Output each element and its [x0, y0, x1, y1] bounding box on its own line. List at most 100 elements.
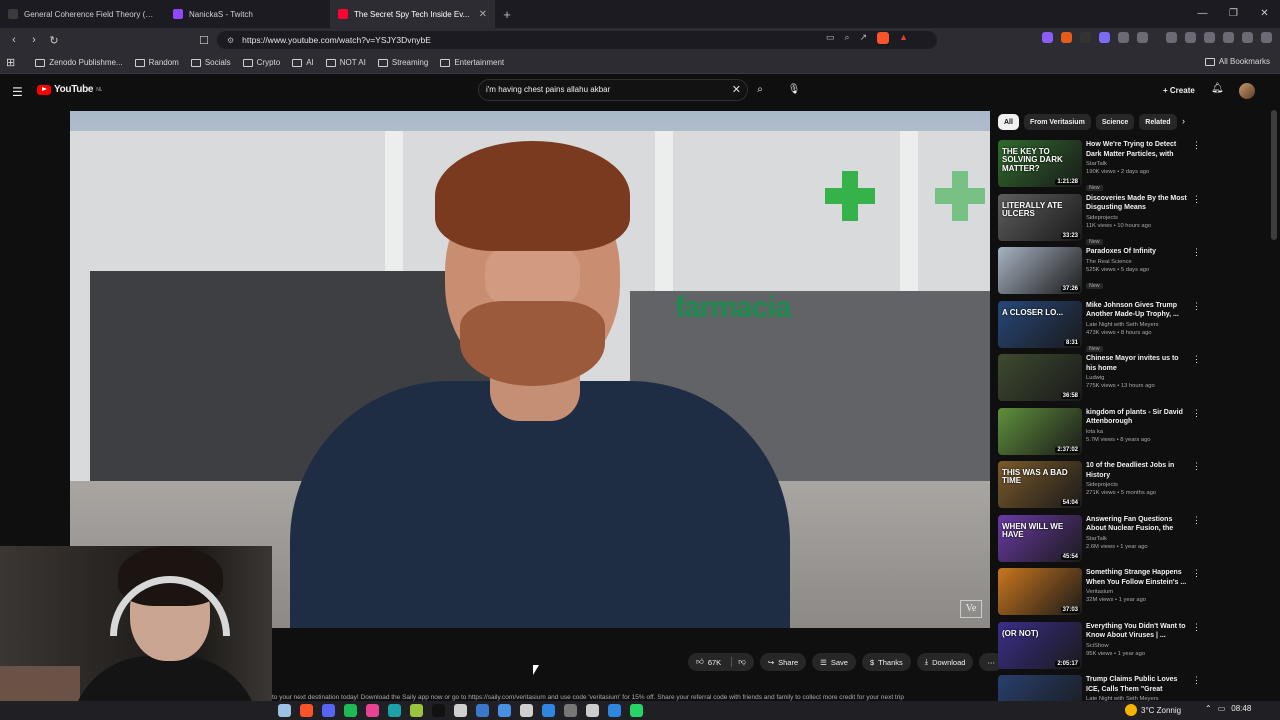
channel-name[interactable]: Sideprojects — [1086, 214, 1190, 222]
taskbar-app-icon[interactable] — [410, 704, 423, 717]
recommendation-item[interactable]: (OR NOT) 2:05:17 Everything You Didn't W… — [998, 621, 1206, 676]
channel-name[interactable]: SciShow — [1086, 642, 1190, 650]
video-thumbnail[interactable]: 36:58 — [998, 354, 1082, 401]
more-vertical-icon[interactable]: ⋮ — [1192, 354, 1201, 365]
search-button[interactable]: ⌕ — [750, 79, 770, 101]
leo-ai-icon[interactable] — [1223, 32, 1234, 43]
more-vertical-icon[interactable]: ⋮ — [1192, 461, 1201, 472]
wallet-icon[interactable] — [1204, 32, 1215, 43]
like-button[interactable]: 👍︎ 67K 👎︎ — [688, 653, 754, 671]
channel-name[interactable]: lota ka — [1086, 428, 1190, 436]
more-vertical-icon[interactable]: ⋮ — [1192, 675, 1201, 686]
more-vertical-icon[interactable]: ⋮ — [1192, 301, 1201, 312]
thumbs-down-icon[interactable]: 👎︎ — [731, 657, 746, 667]
video-title[interactable]: How We're Trying to Detect Dark Matter P… — [1086, 140, 1190, 159]
cast-icon[interactable]: ▭ — [826, 32, 835, 44]
taskbar-app-icon[interactable] — [630, 704, 643, 717]
taskbar-app-icon[interactable] — [454, 704, 467, 717]
taskbar-app-icon[interactable] — [300, 704, 313, 717]
media-icon[interactable] — [1166, 32, 1177, 43]
video-thumbnail[interactable]: LITERALLY ATE ULCERS 33:23 — [998, 193, 1082, 241]
extensions-puzzle-icon[interactable] — [1118, 32, 1129, 43]
vpn-icon[interactable] — [1242, 32, 1253, 43]
recommendation-item[interactable]: LITERALLY ATE ULCERS 33:23 Discoveries M… — [998, 193, 1206, 248]
video-thumbnail[interactable]: (OR NOT) 2:05:17 — [998, 621, 1082, 669]
taskbar-app-icon[interactable] — [322, 704, 335, 717]
more-vertical-icon[interactable]: ⋮ — [1192, 568, 1201, 579]
video-title[interactable]: Mike Johnson Gives Trump Another Made-Up… — [1086, 301, 1190, 320]
close-tab-icon[interactable]: ✕ — [479, 9, 487, 20]
channel-name[interactable]: Late Night with Seth Meyers — [1086, 321, 1190, 329]
recommendation-item[interactable]: THE KEY TO SOLVING DARK MATTER? 1:21:28 … — [998, 140, 1206, 194]
bookmark-folder[interactable]: Entertainment — [434, 58, 510, 67]
menu-icon[interactable] — [1261, 32, 1272, 43]
brave-rewards-icon[interactable]: ▲ — [899, 32, 908, 44]
avatar[interactable] — [1239, 83, 1255, 99]
taskbar-app-icon[interactable] — [542, 704, 555, 717]
video-thumbnail[interactable]: THIS WAS A BAD TIME 54:04 — [998, 461, 1082, 508]
taskbar-app-icon[interactable] — [564, 704, 577, 717]
brave-shields-icon[interactable] — [877, 32, 890, 44]
chips-next-icon[interactable]: › — [1182, 116, 1185, 126]
video-thumbnail[interactable]: WHEN WILL WE HAVE 45:54 — [998, 514, 1082, 562]
tab-gct[interactable]: General Coherence Field Theory (GCT) — [0, 0, 165, 28]
recommendation-item[interactable]: A CLOSER LO... 8:31 Mike Johnson Gives T… — [998, 300, 1206, 355]
video-thumbnail[interactable]: THE KEY TO SOLVING DARK MATTER? 1:21:28 — [998, 140, 1082, 187]
extension-icon[interactable] — [1099, 32, 1110, 43]
tab-twitch[interactable]: NanickaS - Twitch — [165, 0, 330, 28]
channel-name[interactable]: Sideprojects — [1086, 481, 1190, 489]
tab-youtube-active[interactable]: The Secret Spy Tech Inside Ev... ✕ — [330, 0, 495, 28]
minimize-icon[interactable]: — — [1187, 0, 1218, 28]
taskbar-app-icon[interactable] — [278, 704, 291, 717]
more-vertical-icon[interactable]: ⋮ — [1192, 515, 1201, 526]
voice-search-button[interactable]: 🎙︎ — [784, 79, 804, 101]
share-icon[interactable]: ↗ — [860, 32, 868, 44]
bookmark-folder[interactable]: Streaming — [372, 58, 434, 67]
create-button[interactable]: + Create — [1157, 82, 1201, 100]
more-vertical-icon[interactable]: ⋮ — [1192, 140, 1201, 151]
taskbar-app-icon[interactable] — [432, 704, 445, 717]
channel-name[interactable]: Ludwig — [1086, 374, 1190, 382]
taskbar-app-icon[interactable] — [388, 704, 401, 717]
extension-icon[interactable] — [1042, 32, 1053, 43]
bookmark-folder[interactable]: Crypto — [237, 58, 287, 67]
video-title[interactable]: Answering Fan Questions About Nuclear Fu… — [1086, 515, 1190, 534]
weather-widget[interactable]: 3°C Zonnig — [1125, 704, 1181, 716]
sidebar-toggle-icon[interactable] — [1185, 32, 1196, 43]
search-input[interactable]: i'm having chest pains allahu akbar ✕ — [478, 79, 748, 101]
video-title[interactable]: Trump Claims Public Loves ICE, Calls The… — [1086, 675, 1190, 694]
tray-chevron-icon[interactable]: ⌃ — [1205, 704, 1212, 713]
bookmark-folder[interactable]: Socials — [185, 58, 237, 67]
forward-icon[interactable]: › — [24, 34, 44, 46]
close-window-icon[interactable]: ✕ — [1249, 0, 1280, 28]
restore-icon[interactable]: ❐ — [1218, 0, 1249, 28]
recommendation-item[interactable]: 2:37:02 kingdom of plants - Sir David At… — [998, 407, 1206, 462]
video-title[interactable]: 10 of the Deadliest Jobs in History — [1086, 461, 1190, 480]
share-button[interactable]: ↪ Share — [759, 653, 807, 671]
taskbar-app-icon[interactable] — [344, 704, 357, 717]
recommendation-item[interactable]: 37:03 Something Strange Happens When You… — [998, 568, 1206, 622]
more-vertical-icon[interactable]: ⋮ — [1192, 622, 1201, 633]
new-tab-button[interactable]: + — [495, 7, 519, 22]
recommendation-item[interactable]: WHEN WILL WE HAVE 45:54 Answering Fan Qu… — [998, 514, 1206, 569]
channel-name[interactable]: Veritasium — [1086, 588, 1190, 596]
bookmark-folder[interactable]: Random — [129, 58, 185, 67]
network-icon[interactable]: ▭ — [1218, 704, 1226, 713]
youtube-logo[interactable]: YouTube NL — [37, 84, 102, 95]
zoom-icon[interactable]: ⌕ — [845, 32, 850, 44]
recommendation-item[interactable]: THIS WAS A BAD TIME 54:04 10 of the Dead… — [998, 461, 1206, 515]
taskbar-app-icon[interactable] — [520, 704, 533, 717]
video-title[interactable]: Something Strange Happens When You Follo… — [1086, 568, 1190, 587]
site-info-icon[interactable]: ⚙ — [227, 36, 234, 45]
recommendation-item[interactable]: 37:26 Paradoxes Of Infinity The Real Sci… — [998, 247, 1206, 301]
apps-grid-icon[interactable]: ⊞ — [6, 56, 15, 69]
notifications-bell-icon[interactable]: 🔔︎ — [1211, 83, 1224, 94]
reload-icon[interactable]: ↻ — [44, 34, 64, 47]
channel-name[interactable]: StarTalk — [1086, 535, 1190, 543]
taskbar-app-icon[interactable] — [586, 704, 599, 717]
thanks-button[interactable]: $ Thanks — [861, 653, 911, 671]
video-thumbnail[interactable]: 2:37:02 — [998, 407, 1082, 455]
video-title[interactable]: Discoveries Made By the Most Disgusting … — [1086, 194, 1190, 213]
taskbar-app-icon[interactable] — [476, 704, 489, 717]
scrollbar[interactable] — [1271, 110, 1277, 240]
